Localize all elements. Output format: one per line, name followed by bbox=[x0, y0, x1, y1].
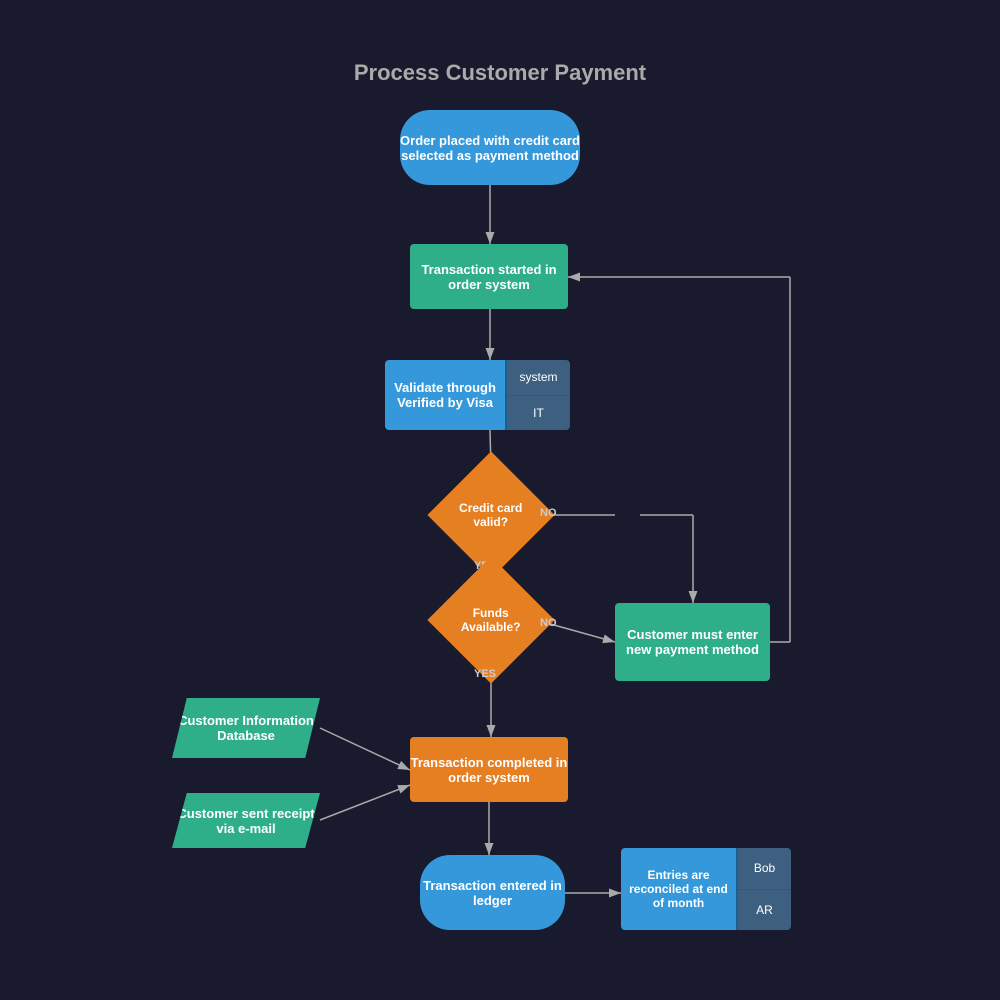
yes-label-funds: YES bbox=[474, 668, 496, 680]
transaction-start-shape: Transaction started in order system bbox=[410, 244, 568, 309]
diagram-container: Process Customer Payment bbox=[0, 0, 1000, 1000]
validate-shape: Validate through Verified by Visa system… bbox=[385, 360, 570, 430]
reconcile-label: Entries are reconciled at end of month bbox=[621, 848, 736, 930]
no-label-funds: NO bbox=[540, 617, 557, 629]
reconcile-lane2: AR bbox=[738, 890, 791, 931]
reconcile-shape: Entries are reconciled at end of month B… bbox=[621, 848, 791, 930]
customer-payment-label: Customer must enter new payment method bbox=[615, 627, 770, 657]
customer-payment-shape: Customer must enter new payment method bbox=[615, 603, 770, 681]
customer-db-shape: Customer Information Database bbox=[172, 698, 320, 758]
transaction-ledger-label: Transaction entered in ledger bbox=[420, 878, 565, 908]
transaction-complete-shape: Transaction completed in order system bbox=[410, 737, 568, 802]
validate-label: Validate through Verified by Visa bbox=[385, 360, 505, 430]
start-label: Order placed with credit card selected a… bbox=[400, 133, 580, 163]
start-shape: Order placed with credit card selected a… bbox=[400, 110, 580, 185]
funds-label: Funds Available? bbox=[446, 604, 536, 637]
customer-receipt-label: Customer sent receipt via e-mail bbox=[172, 806, 320, 836]
validate-lane2: IT bbox=[507, 396, 570, 431]
customer-receipt-shape: Customer sent receipt via e-mail bbox=[172, 793, 320, 848]
no-label-credit: NO bbox=[540, 507, 557, 519]
credit-card-label: Credit card valid? bbox=[446, 499, 536, 532]
diagram-title: Process Customer Payment bbox=[354, 60, 646, 86]
transaction-start-label: Transaction started in order system bbox=[410, 262, 568, 292]
reconcile-lane1: Bob bbox=[738, 848, 791, 890]
customer-db-label: Customer Information Database bbox=[172, 713, 320, 743]
transaction-complete-label: Transaction completed in order system bbox=[410, 755, 568, 785]
funds-diamond: Funds Available? bbox=[427, 556, 554, 683]
transaction-ledger-shape: Transaction entered in ledger bbox=[420, 855, 565, 930]
validate-lane1: system bbox=[507, 360, 570, 396]
